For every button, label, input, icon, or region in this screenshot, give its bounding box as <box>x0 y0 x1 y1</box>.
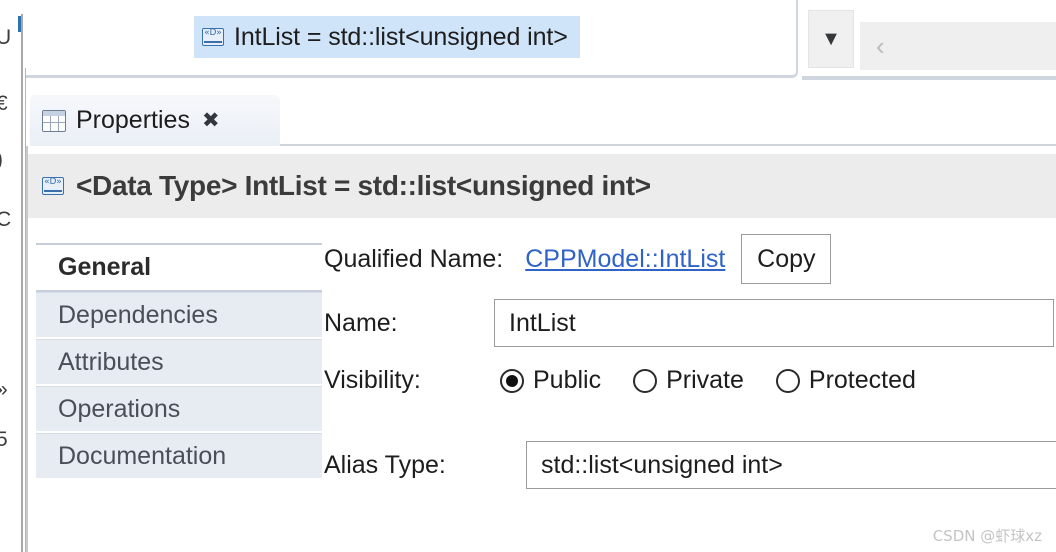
strip-divider <box>21 14 23 552</box>
name-label: Name: <box>324 308 398 337</box>
ghost-glyph: C <box>0 208 12 231</box>
close-icon[interactable]: ✖ <box>202 110 220 131</box>
sidebar-item-operations[interactable]: Operations <box>36 386 322 433</box>
tab-list-spacer <box>36 226 322 245</box>
qualified-name-row: Qualified Name: CPPModel::IntList Copy <box>324 234 832 284</box>
tab-properties-label: Properties <box>76 106 190 134</box>
visibility-row: Visibility: Public Private Protected <box>324 366 948 395</box>
ghost-glyph: ) <box>0 148 3 172</box>
alias-type-label: Alias Type: <box>324 450 446 479</box>
radio-dot-icon <box>500 368 524 393</box>
qualified-name-link[interactable]: CPPModel::IntList <box>525 245 725 274</box>
sidebar-item-general[interactable]: General <box>36 245 322 292</box>
name-row: Name: IntList <box>324 299 1054 347</box>
editor-tab[interactable]: IntList = std::list<unsigned int> <box>26 0 798 78</box>
alias-type-input[interactable]: std::list<unsigned int> <box>526 441 1056 489</box>
radio-dot-icon <box>775 368 800 393</box>
general-form: Qualified Name: CPPModel::IntList Copy N… <box>324 226 1056 552</box>
visibility-radio-protected[interactable]: Protected <box>775 366 916 395</box>
alias-type-row: Alias Type: std::list<unsigned int> <box>324 441 1056 489</box>
sidebar-item-attributes[interactable]: Attributes <box>36 339 322 386</box>
visibility-radio-label: Public <box>533 366 602 394</box>
sidebar-item-label: Operations <box>58 394 181 423</box>
visibility-radio-public[interactable]: Public <box>500 366 601 395</box>
sidebar-item-label: General <box>58 253 152 281</box>
qualified-name-label: Qualified Name: <box>324 244 504 273</box>
data-type-icon <box>42 177 64 195</box>
visibility-radio-private[interactable]: Private <box>633 366 744 395</box>
properties-tab-list: General Dependencies Attributes Operatio… <box>36 226 322 480</box>
chevron-down-icon[interactable]: ▼ <box>808 10 854 68</box>
view-tab-row: Properties ✖ <box>26 80 1056 146</box>
page-title: <Data Type> IntList = std::list<unsigned… <box>76 170 651 201</box>
properties-panel: <Data Type> IntList = std::list<unsigned… <box>26 146 1056 552</box>
visibility-label: Visibility: <box>324 366 421 394</box>
ghost-glyph: » <box>0 378 8 402</box>
back-navigation-button[interactable]: ‹ <box>860 22 1056 70</box>
name-input[interactable]: IntList <box>494 299 1054 347</box>
tab-properties[interactable]: Properties ✖ <box>30 95 280 146</box>
ghost-glyph: U <box>0 26 12 49</box>
visibility-radio-label: Private <box>666 366 744 394</box>
sidebar-item-label: Attributes <box>58 347 164 376</box>
radio-dot-icon <box>633 368 658 393</box>
ghost-glyph: € <box>0 92 8 115</box>
ghost-glyph: 5 <box>0 428 8 451</box>
properties-table-icon <box>42 109 66 132</box>
editor-toolbar: IntList = std::list<unsigned int> ▼ ‹ <box>26 0 1056 80</box>
watermark: CSDN @虾球xz <box>932 527 1042 545</box>
chevron-left-icon: ‹ <box>876 30 885 61</box>
sidebar-item-dependencies[interactable]: Dependencies <box>36 292 322 339</box>
selected-element-combo[interactable]: IntList = std::list<unsigned int> <box>194 16 580 58</box>
panel-title-bar: <Data Type> IntList = std::list<unsigned… <box>28 154 1056 218</box>
visibility-radio-label: Protected <box>808 366 916 394</box>
selected-element-label: IntList = std::list<unsigned int> <box>234 22 568 51</box>
sidebar-item-documentation[interactable]: Documentation <box>36 433 322 480</box>
copy-button[interactable]: Copy <box>741 234 832 284</box>
data-type-icon <box>202 28 224 46</box>
sidebar-item-label: Documentation <box>58 441 227 470</box>
sidebar-item-label: Dependencies <box>58 300 218 329</box>
